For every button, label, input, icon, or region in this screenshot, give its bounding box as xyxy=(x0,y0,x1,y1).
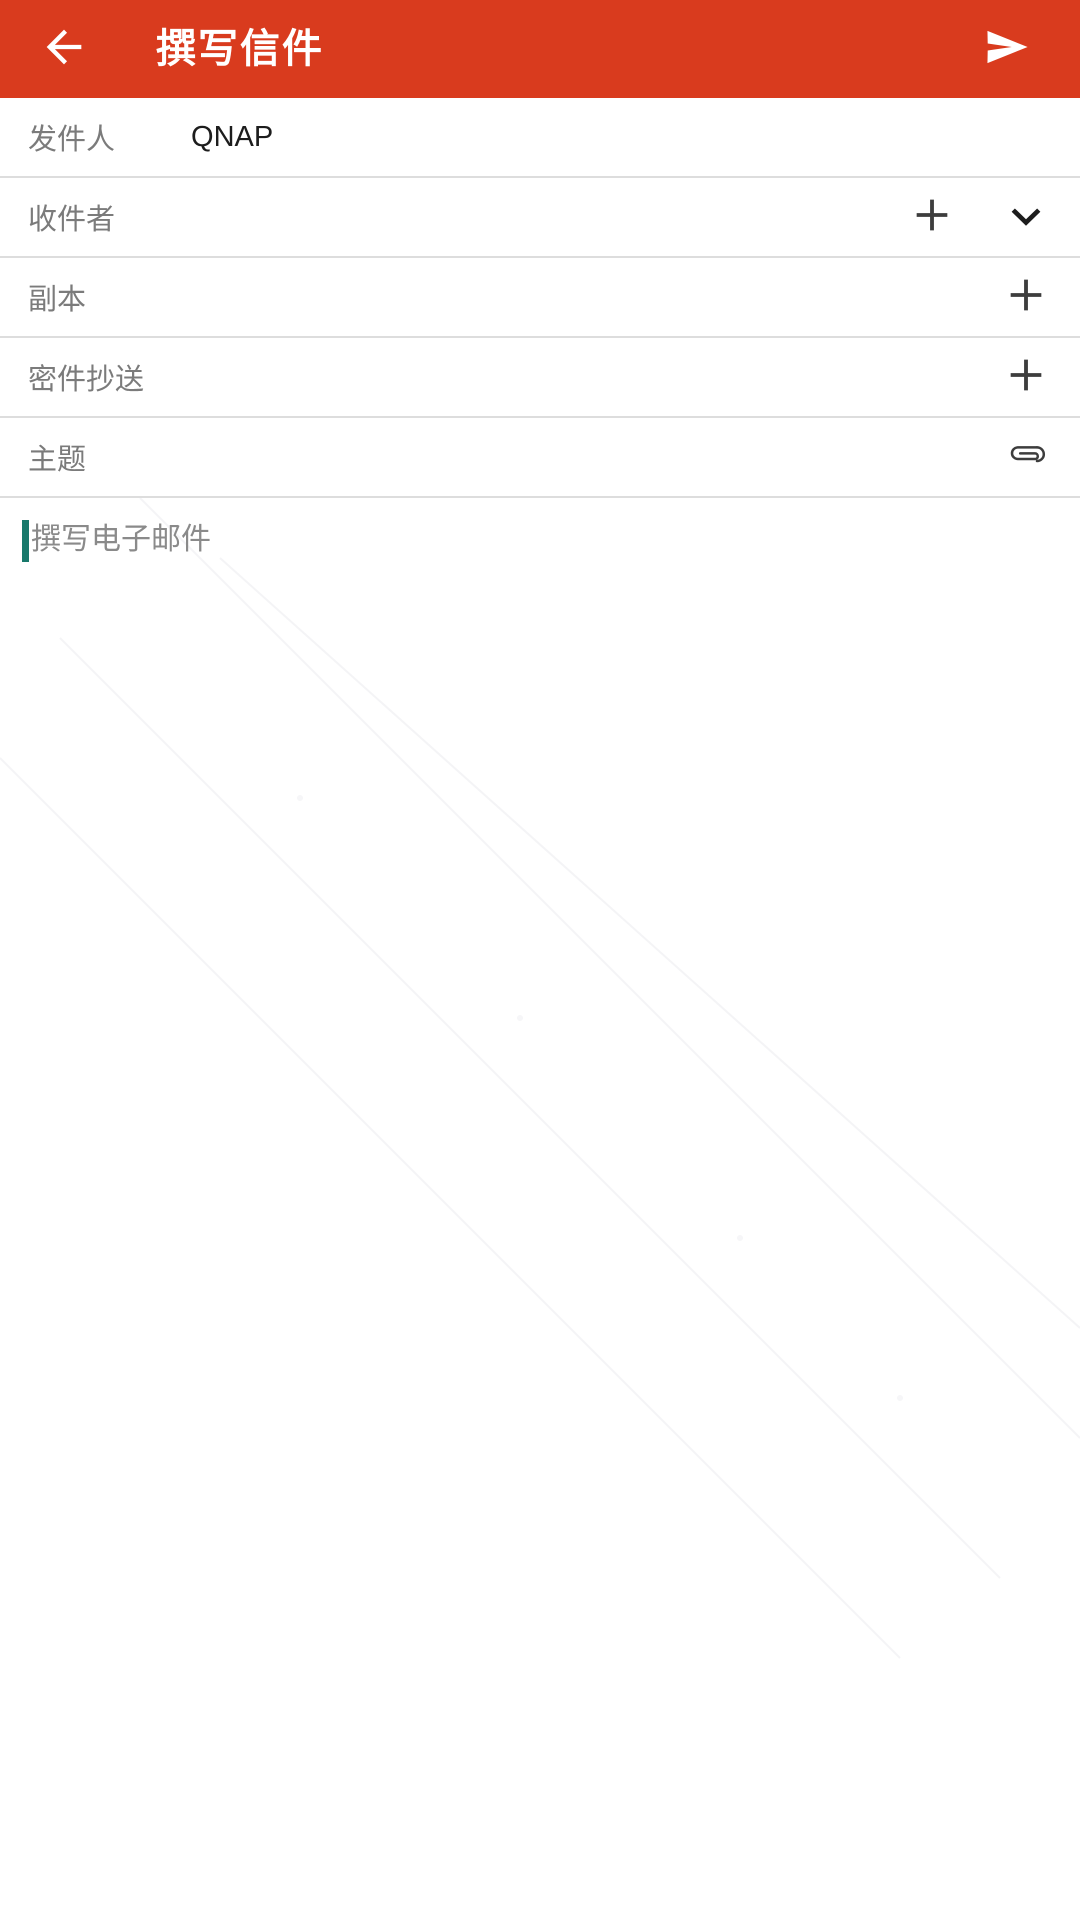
cc-input[interactable] xyxy=(86,258,996,336)
compose-body[interactable]: 撰写电子邮件 xyxy=(0,498,1080,1920)
field-actions-bcc xyxy=(996,347,1056,407)
field-label-subject: 主题 xyxy=(28,444,87,476)
chevron-down-icon xyxy=(1003,192,1049,243)
field-actions-subject xyxy=(996,427,1056,487)
compose-fields: 发件人 QNAP 收件者 副本 密件抄送 主题 xyxy=(0,98,1080,498)
attachment-icon xyxy=(1002,431,1050,484)
field-row-subject[interactable]: 主题 xyxy=(0,418,1080,498)
bcc-input[interactable] xyxy=(144,338,996,416)
send-button[interactable] xyxy=(970,11,1046,87)
field-actions-cc xyxy=(996,267,1056,327)
field-row-from[interactable]: 发件人 QNAP xyxy=(0,98,1080,178)
compose-body-placeholder: 撰写电子邮件 xyxy=(31,523,211,556)
plus-icon xyxy=(909,192,955,243)
compose-body-inner: 撰写电子邮件 xyxy=(0,498,1080,564)
recipient-input[interactable] xyxy=(115,178,902,256)
text-caret xyxy=(22,520,29,562)
add-recipient-button[interactable] xyxy=(902,187,962,247)
background-watermark xyxy=(0,498,1080,1659)
expand-recipients-button[interactable] xyxy=(996,187,1056,247)
field-label-from: 发件人 xyxy=(28,124,116,156)
send-icon xyxy=(980,19,1036,80)
app-bar: 撰写信件 xyxy=(0,0,1080,98)
field-label-cc: 副本 xyxy=(28,284,87,316)
field-actions-to xyxy=(902,187,1056,247)
arrow-left-icon xyxy=(38,21,90,78)
page-title: 撰写信件 xyxy=(156,27,324,71)
field-value-from: QNAP xyxy=(191,120,274,153)
add-cc-button[interactable] xyxy=(996,267,1056,327)
field-label-to: 收件者 xyxy=(28,204,116,236)
field-row-bcc[interactable]: 密件抄送 xyxy=(0,338,1080,418)
back-button[interactable] xyxy=(28,13,100,85)
plus-icon xyxy=(1003,352,1049,403)
attach-file-button[interactable] xyxy=(996,427,1056,487)
field-row-to[interactable]: 收件者 xyxy=(0,178,1080,258)
add-bcc-button[interactable] xyxy=(996,347,1056,407)
field-label-bcc: 密件抄送 xyxy=(28,364,145,396)
field-row-cc[interactable]: 副本 xyxy=(0,258,1080,338)
plus-icon xyxy=(1003,272,1049,323)
subject-input[interactable] xyxy=(86,418,996,496)
